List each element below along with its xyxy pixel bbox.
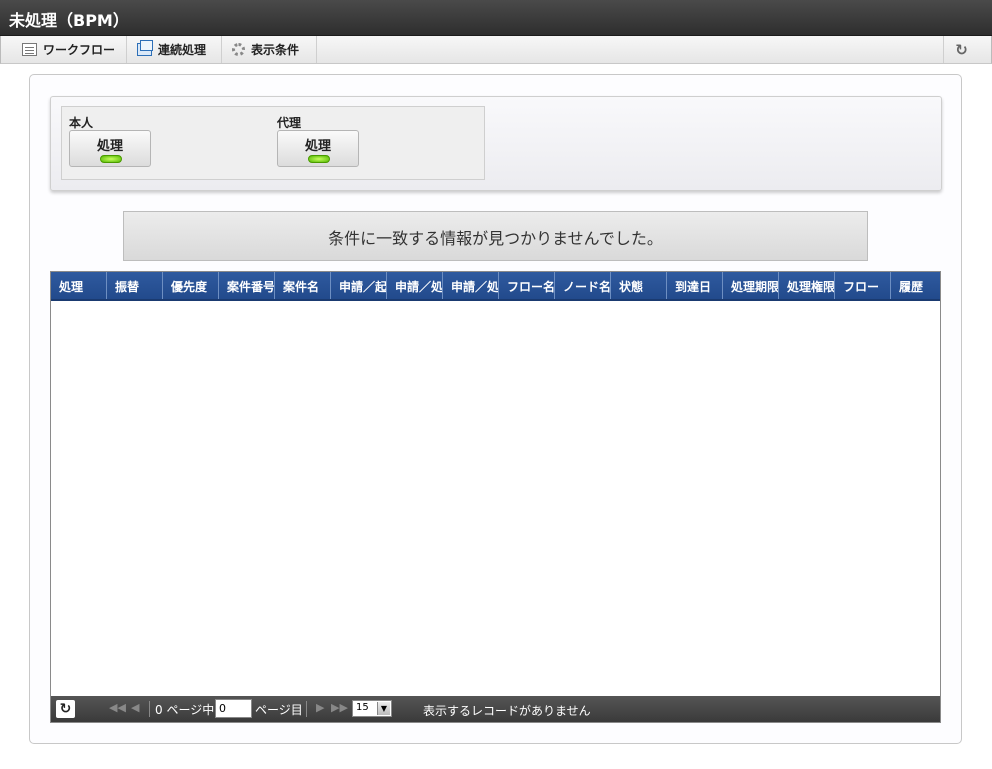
self-filter: 本人 処理 (69, 114, 151, 167)
column-header[interactable]: 処理権限 (779, 272, 835, 299)
column-header[interactable]: フロー (835, 272, 891, 299)
page-number-input[interactable]: 0 (215, 699, 252, 718)
status-led-icon (100, 155, 122, 163)
proxy-process-label: 処理 (304, 139, 331, 154)
page-prefix: 0 ページ中 (155, 703, 215, 717)
page-suffix: ページ目 (255, 703, 303, 717)
windows-icon (137, 40, 153, 56)
next-page-icon[interactable]: ▶ (316, 701, 324, 714)
grid-header: 処理 振替 優先度 案件番号 案件名 申請／起 申請／処 申請／処 フロー名 ノ… (51, 272, 940, 301)
proxy-filter: 代理 処理 (277, 114, 359, 167)
proxy-process-button[interactable]: 処理 (277, 130, 359, 167)
gear-icon (232, 43, 245, 56)
column-header[interactable]: 案件番号 (219, 272, 275, 299)
status-led-icon (308, 155, 330, 163)
refresh-icon[interactable]: ↻ (943, 36, 979, 63)
continuous-processing-tab[interactable]: 連続処理 (127, 36, 222, 63)
column-header[interactable]: 状態 (611, 272, 667, 299)
column-header[interactable]: 到達日 (667, 272, 723, 299)
refresh-icon[interactable]: ↻ (56, 700, 75, 718)
display-condition-tab[interactable]: 表示条件 (222, 36, 317, 63)
pager-divider (306, 701, 307, 717)
column-header[interactable]: 申請／処 (387, 272, 443, 299)
page-size-select[interactable]: 15 ▼ (352, 700, 392, 717)
chevron-down-icon: ▼ (377, 702, 390, 715)
column-header[interactable]: フロー名 (499, 272, 555, 299)
column-header[interactable]: ノード名 (555, 272, 611, 299)
continuous-processing-label: 連続処理 (158, 43, 207, 57)
first-page-icon[interactable]: ◀◀ (109, 701, 126, 714)
page-size-value: 15 (356, 702, 369, 713)
pager: ↻ ◀◀ ◀ 0 ページ中 0 ページ目 ▶ ▶▶ 15 ▼ 表示するレコードが… (51, 696, 940, 722)
self-process-label: 処理 (96, 139, 123, 154)
no-match-message: 条件に一致する情報が見つかりませんでした。 (123, 211, 868, 261)
toolbar: ワークフロー 連続処理 表示条件 ↻ (0, 36, 992, 64)
column-header[interactable]: 履歴 (891, 272, 940, 299)
workflow-icon (22, 43, 37, 56)
column-header[interactable]: 振替 (107, 272, 163, 299)
column-header[interactable]: 処理期限 (723, 272, 779, 299)
self-label: 本人 (69, 116, 94, 130)
task-grid: 処理 振替 優先度 案件番号 案件名 申請／起 申請／処 申請／処 フロー名 ノ… (50, 271, 941, 723)
workflow-label: ワークフロー (43, 43, 116, 57)
display-condition-label: 表示条件 (251, 43, 300, 57)
column-header[interactable]: 案件名 (275, 272, 331, 299)
window-title: 未処理（BPM） (0, 0, 992, 36)
pager-divider (149, 701, 150, 717)
no-records-text: 表示するレコードがありません (423, 704, 591, 718)
prev-page-icon[interactable]: ◀ (131, 701, 139, 714)
last-page-icon[interactable]: ▶▶ (331, 701, 348, 714)
workflow-tab[interactable]: ワークフロー (12, 36, 127, 63)
column-header[interactable]: 処理 (51, 272, 107, 299)
self-process-button[interactable]: 処理 (69, 130, 151, 167)
column-header[interactable]: 申請／処 (443, 272, 499, 299)
column-header[interactable]: 申請／起 (331, 272, 387, 299)
proxy-label: 代理 (277, 116, 302, 130)
column-header[interactable]: 優先度 (163, 272, 219, 299)
